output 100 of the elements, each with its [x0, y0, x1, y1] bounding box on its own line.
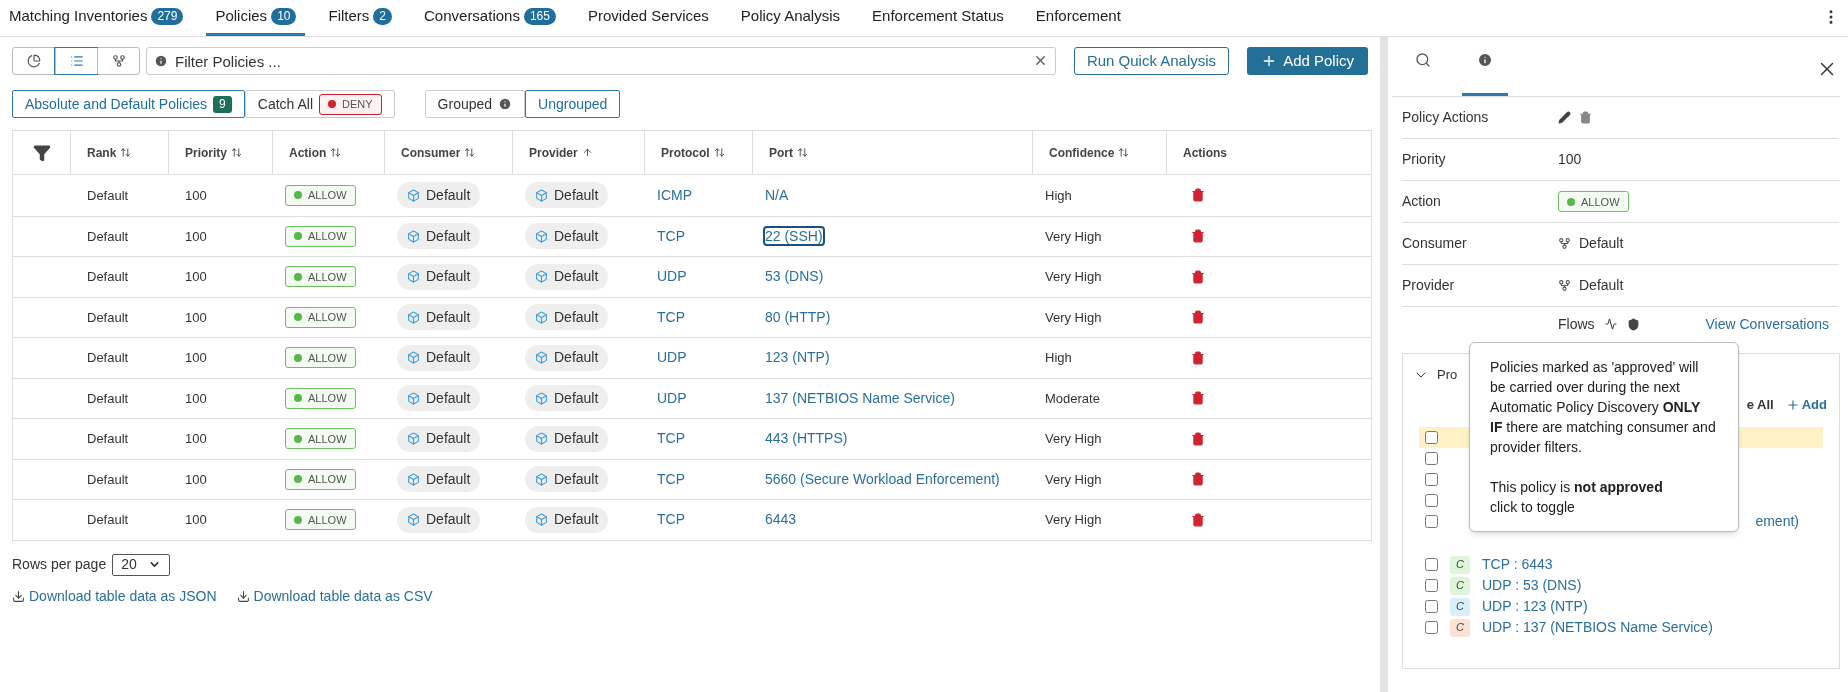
checkbox[interactable]: [1425, 452, 1438, 465]
port-link[interactable]: 5660 (Secure Workload Enforcement): [765, 470, 1000, 487]
protocol-link[interactable]: UDP: [657, 268, 687, 285]
download-link[interactable]: Download table data as CSV: [236, 585, 433, 607]
protocol-link[interactable]: ICMP: [657, 186, 692, 203]
port-link[interactable]: 137 (NETBIOS Name Service): [765, 389, 955, 406]
nav-tab[interactable]: Policies 10: [206, 0, 306, 36]
shield-icon[interactable]: [1626, 317, 1640, 331]
action-tag: ALLOW: [285, 306, 356, 328]
protocol-link[interactable]: TCP: [657, 430, 685, 447]
service-link[interactable]: UDP : 53 (DNS): [1482, 575, 1582, 596]
trash-icon[interactable]: [1191, 350, 1205, 365]
scope-pill: Default: [397, 263, 481, 290]
grouping-toggle[interactable]: Ungrouped: [525, 90, 621, 118]
nav-tab[interactable]: Enforcement Status: [863, 0, 1013, 36]
add-policy-button[interactable]: Add Policy: [1247, 47, 1368, 75]
quick-analysis-button[interactable]: Run Quick Analysis: [1073, 47, 1230, 75]
count-badge: 2: [373, 8, 392, 25]
column-header[interactable]: Port: [753, 131, 1033, 174]
protocol-link[interactable]: TCP: [657, 227, 685, 244]
column-header[interactable]: Protocol: [645, 131, 753, 174]
column-header[interactable]: Action: [273, 131, 385, 174]
table-cell-text: 100: [184, 349, 208, 367]
column-header[interactable]: Consumer: [385, 131, 513, 174]
sort-icon: [797, 147, 808, 158]
edit-icon[interactable]: [1558, 111, 1571, 124]
checkbox[interactable]: [1425, 579, 1438, 592]
tooltip-text: This policy is not approved: [1490, 478, 1664, 497]
policy-tab[interactable]: Absolute and Default Policies 9: [12, 90, 245, 118]
service-link[interactable]: TCP : 6443: [1482, 554, 1553, 575]
checkbox[interactable]: [1425, 431, 1438, 444]
rows-per-page-select[interactable]: 20: [112, 553, 171, 576]
cube-icon: [535, 310, 548, 324]
activity-icon[interactable]: [1604, 318, 1617, 330]
trash-icon[interactable]: [1191, 512, 1205, 527]
plus-icon: [1785, 398, 1800, 412]
port-link[interactable]: 443 (HTTPS): [765, 430, 848, 447]
checkbox[interactable]: [1425, 600, 1438, 613]
nav-tab[interactable]: Provided Services: [578, 0, 718, 36]
protocol-link[interactable]: TCP: [657, 470, 685, 487]
trash-icon[interactable]: [1191, 188, 1205, 203]
add-link[interactable]: Add: [1785, 395, 1827, 415]
nav-tab[interactable]: Enforcement: [1026, 0, 1130, 36]
port-link[interactable]: 123 (NTP): [765, 349, 830, 366]
branch-icon: [1558, 279, 1571, 292]
view-conversations-link[interactable]: View Conversations: [1705, 313, 1829, 335]
table-cell-text: Very High: [1044, 308, 1103, 327]
sort-ascending-icon: [581, 147, 593, 158]
scope-pill: Default: [397, 506, 481, 533]
port-link[interactable]: N/A: [765, 186, 789, 203]
checkbox[interactable]: [1425, 558, 1438, 571]
trash-icon[interactable]: [1191, 391, 1205, 406]
protocol-link[interactable]: TCP: [657, 308, 685, 325]
trash-icon[interactable]: [1191, 472, 1205, 487]
service-link[interactable]: UDP : 137 (NETBIOS Name Service): [1482, 617, 1713, 638]
policy-tab[interactable]: Catch All DENY: [244, 90, 395, 118]
nav-tab[interactable]: Filters 2: [319, 0, 401, 36]
clear-icon[interactable]: [1033, 53, 1048, 68]
sort-icon: [120, 147, 132, 158]
filter-field[interactable]: Filter Policies ...: [146, 47, 1056, 75]
protocol-link[interactable]: UDP: [657, 349, 687, 366]
column-header[interactable]: Confidence: [1033, 131, 1167, 174]
column-header[interactable]: Actions: [1167, 131, 1245, 174]
branch-icon: [1558, 237, 1571, 250]
port-link[interactable]: 53 (DNS): [765, 268, 824, 285]
info-tab[interactable]: [1462, 52, 1508, 96]
count-badge: 165: [523, 8, 556, 25]
trash-icon[interactable]: [1191, 431, 1205, 446]
column-header[interactable]: Rank: [71, 131, 169, 174]
nav-tab[interactable]: Conversations 165: [415, 0, 565, 36]
view-toggle[interactable]: [55, 48, 97, 74]
filter-icon[interactable]: [32, 143, 51, 162]
column-header[interactable]: Priority: [169, 131, 273, 174]
download-link[interactable]: Download table data as JSON: [12, 585, 217, 607]
protocol-link[interactable]: UDP: [657, 389, 687, 406]
trash-icon[interactable]: [1579, 111, 1592, 124]
action-tag: ALLOW: [285, 184, 356, 206]
graph-icon: [111, 54, 126, 68]
nav-tab[interactable]: Policy Analysis: [731, 0, 850, 36]
checkbox[interactable]: [1425, 473, 1438, 486]
port-link[interactable]: 22 (SSH): [765, 227, 823, 244]
checkbox[interactable]: [1425, 621, 1438, 634]
checkbox[interactable]: [1425, 494, 1438, 507]
table-cell-text: Very High: [1044, 511, 1103, 529]
table-cell-text: Default: [86, 308, 130, 327]
trash-icon[interactable]: [1191, 229, 1205, 244]
port-link[interactable]: 6443: [765, 511, 797, 528]
service-link[interactable]: UDP : 123 (NTP): [1482, 596, 1588, 617]
protocol-link[interactable]: TCP: [657, 511, 685, 528]
column-header[interactable]: Provider: [513, 131, 645, 174]
cube-icon: [535, 513, 548, 527]
table-cell-text: High: [1044, 349, 1073, 367]
section-action[interactable]: e All: [1746, 395, 1774, 415]
trash-icon[interactable]: [1191, 269, 1205, 284]
detail-value: Default: [1579, 276, 1624, 295]
trash-icon[interactable]: [1191, 310, 1205, 325]
checkbox[interactable]: [1425, 515, 1438, 528]
nav-tab[interactable]: Matching Inventories 279: [0, 0, 193, 36]
grouping-toggle[interactable]: Grouped: [424, 90, 526, 118]
port-link[interactable]: 80 (HTTP): [765, 308, 831, 325]
